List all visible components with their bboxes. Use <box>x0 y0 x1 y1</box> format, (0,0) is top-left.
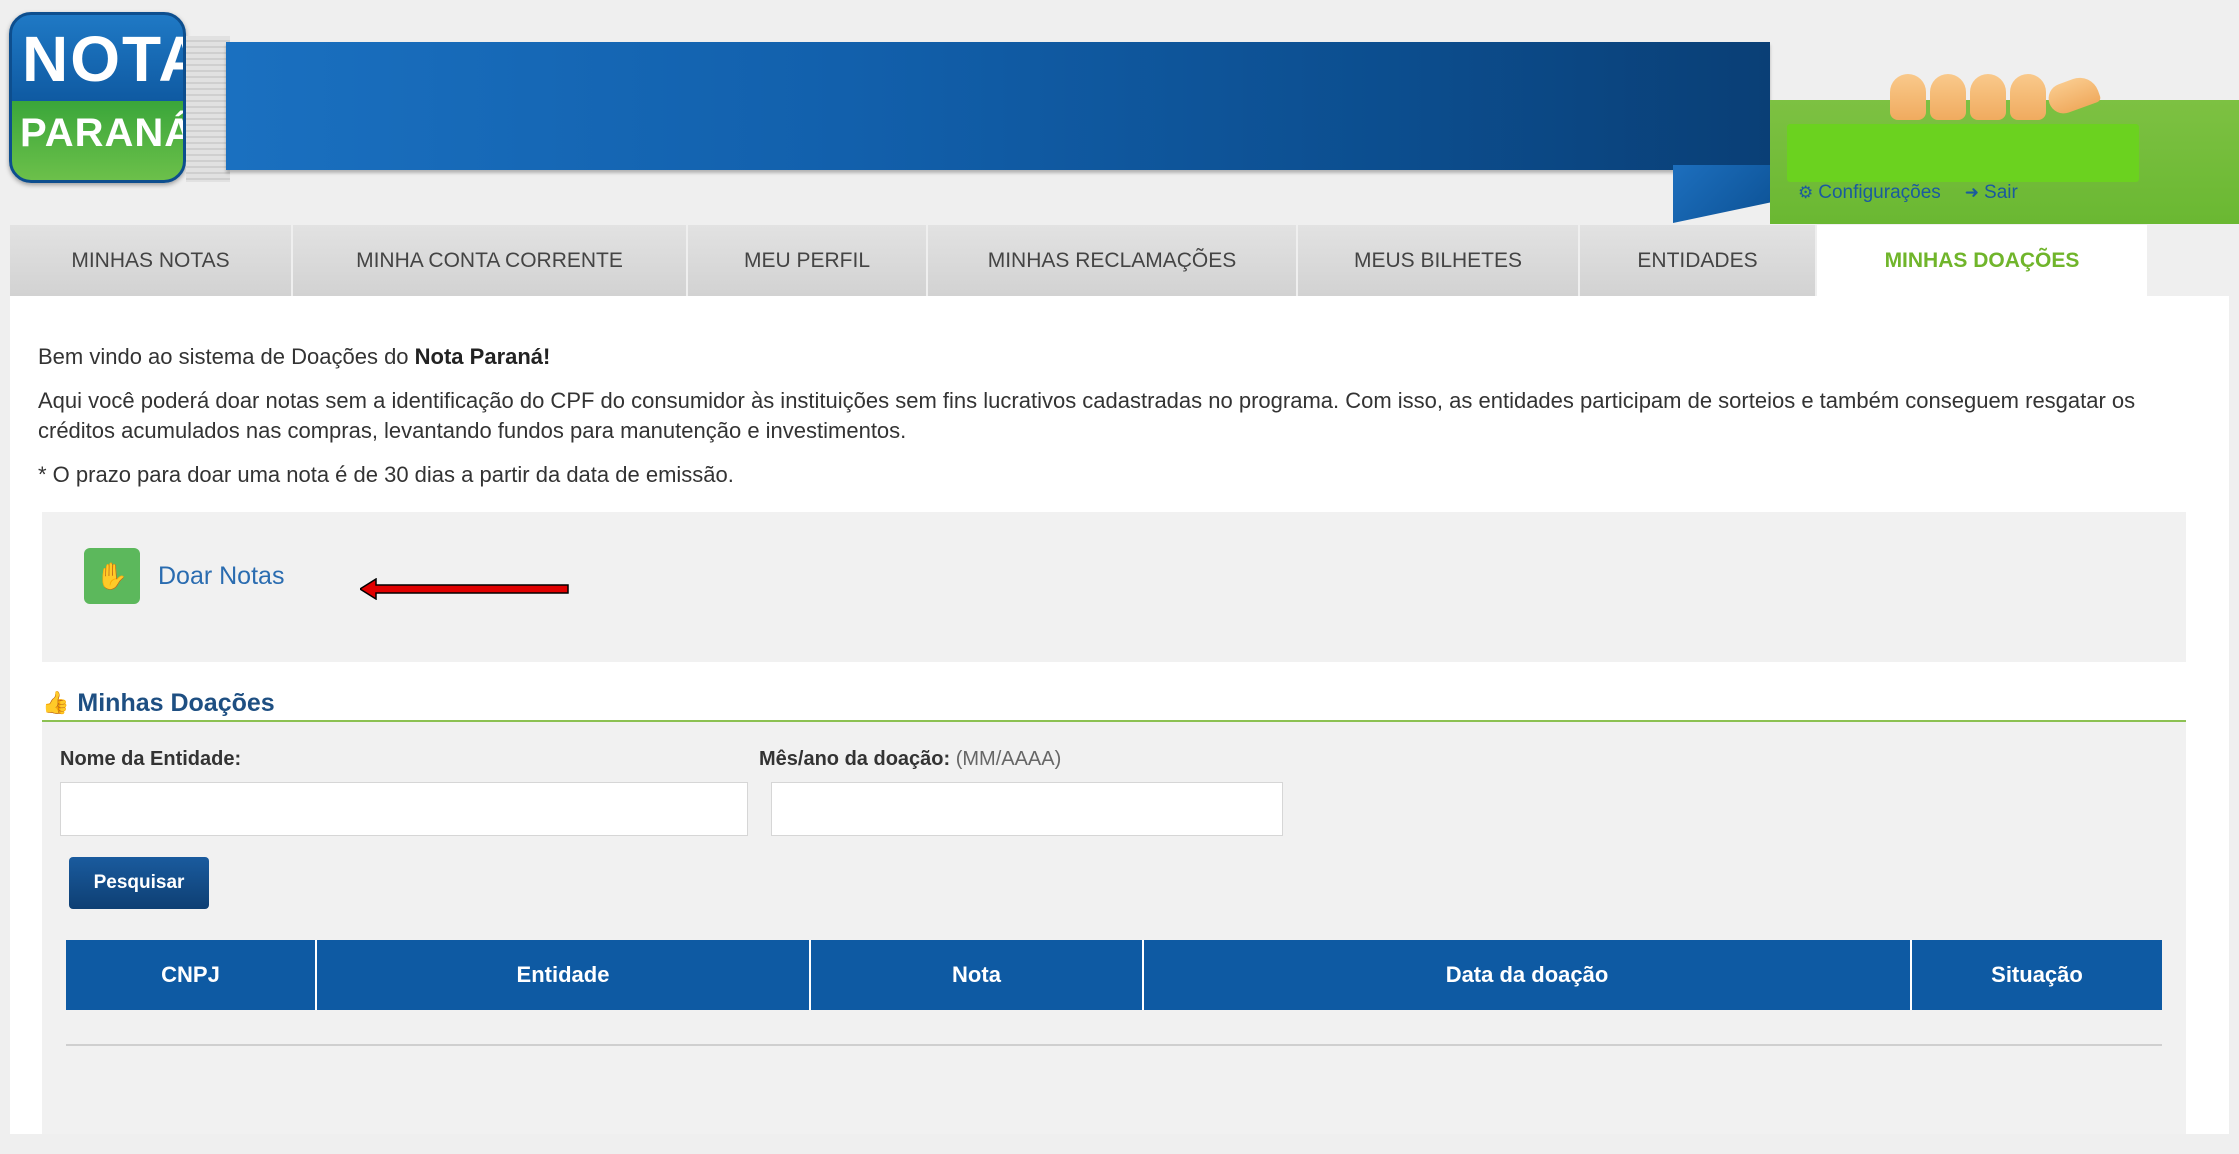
hand-icon: ✋ <box>84 548 140 604</box>
date-format-hint: (MM/AAAA) <box>955 748 1062 770</box>
column-situacao[interactable]: Situação <box>1912 940 2162 1010</box>
red-arrow-annotation <box>360 578 569 600</box>
page-header: NOTA PARANÁ ⚙ Configurações ➜ Sair <box>0 0 2239 225</box>
welcome-brand: Nota Paraná <box>414 344 544 369</box>
column-cnpj[interactable]: CNPJ <box>66 940 317 1010</box>
logo-line-2: PARANÁ <box>20 111 186 155</box>
tab-minhas-reclamacoes[interactable]: MINHAS RECLAMAÇÕES <box>928 225 1298 296</box>
column-data-doacao[interactable]: Data da doação <box>1144 940 1912 1010</box>
main-panel: Bem vindo ao sistema de Doações do Nota … <box>10 296 2229 1134</box>
intro-text: Bem vindo ao sistema de Doações do Nota … <box>38 342 2188 504</box>
tab-minhas-doacoes[interactable]: MINHAS DOAÇÕES <box>1817 225 2149 296</box>
banner-edge <box>186 36 230 182</box>
welcome-message: Bem vindo ao sistema de Doações do Nota … <box>38 342 2188 372</box>
donation-date-label: Mês/ano da doação: (MM/AAAA) <box>759 748 1061 771</box>
hand-illustration <box>1890 72 2102 124</box>
welcome-prefix: Bem vindo ao sistema de Doações do <box>38 344 415 369</box>
doar-notas-label: Doar Notas <box>158 561 285 590</box>
logo-line-1: NOTA <box>22 23 183 95</box>
tab-minhas-notas[interactable]: MINHAS NOTAS <box>10 225 293 296</box>
table-bottom-border <box>66 1044 2162 1046</box>
tab-minha-conta-corrente[interactable]: MINHA CONTA CORRENTE <box>293 225 688 296</box>
donations-table-header: CNPJ Entidade Nota Data da doação Situaç… <box>66 940 2162 1010</box>
column-nota[interactable]: Nota <box>811 940 1144 1010</box>
program-description: Aqui você poderá doar notas sem a identi… <box>38 388 2136 443</box>
section-title: Minhas Doações <box>77 688 275 717</box>
donate-box: ✋ Doar Notas <box>42 512 2186 662</box>
entity-name-input[interactable] <box>60 782 748 836</box>
entity-name-label: Nome da Entidade: <box>60 748 241 771</box>
welcome-suffix: ! <box>543 344 551 369</box>
nota-parana-logo[interactable]: NOTA PARANÁ <box>9 12 186 183</box>
thumbs-up-icon: 👍 <box>42 690 70 715</box>
search-filters: Nome da Entidade: Mês/ano da doação: (MM… <box>42 722 2186 1134</box>
banner-fold <box>1673 165 1783 223</box>
sign-out-icon: ➜ <box>1964 183 1980 202</box>
top-links: ⚙ Configurações ➜ Sair <box>1798 182 2018 204</box>
entity-label-text: Nome da Entidade: <box>60 748 242 770</box>
tab-meu-perfil[interactable]: MEU PERFIL <box>688 225 928 296</box>
column-entidade[interactable]: Entidade <box>317 940 811 1010</box>
configuracoes-link[interactable]: ⚙ Configurações <box>1798 182 1941 204</box>
header-banner <box>226 42 1770 170</box>
sair-label: Sair <box>1984 182 2018 203</box>
sair-link[interactable]: ➜ Sair <box>1965 182 2018 204</box>
gear-icon: ⚙ <box>1798 183 1814 202</box>
configuracoes-label: Configurações <box>1818 182 1941 203</box>
date-label-text: Mês/ano da doação: <box>759 748 951 770</box>
deadline-note: * O prazo para doar uma nota é de 30 dia… <box>38 462 734 487</box>
donation-date-input[interactable] <box>771 782 1283 836</box>
user-info-box <box>1787 124 2139 182</box>
tab-entidades[interactable]: ENTIDADES <box>1580 225 1817 296</box>
pesquisar-button[interactable]: Pesquisar <box>69 857 209 909</box>
minhas-doacoes-header: 👍 Minhas Doações <box>42 686 2186 722</box>
doar-notas-link[interactable]: ✋ Doar Notas <box>84 548 284 604</box>
tab-meus-bilhetes[interactable]: MEUS BILHETES <box>1298 225 1580 296</box>
main-tabs: MINHAS NOTAS MINHA CONTA CORRENTE MEU PE… <box>10 225 2149 296</box>
